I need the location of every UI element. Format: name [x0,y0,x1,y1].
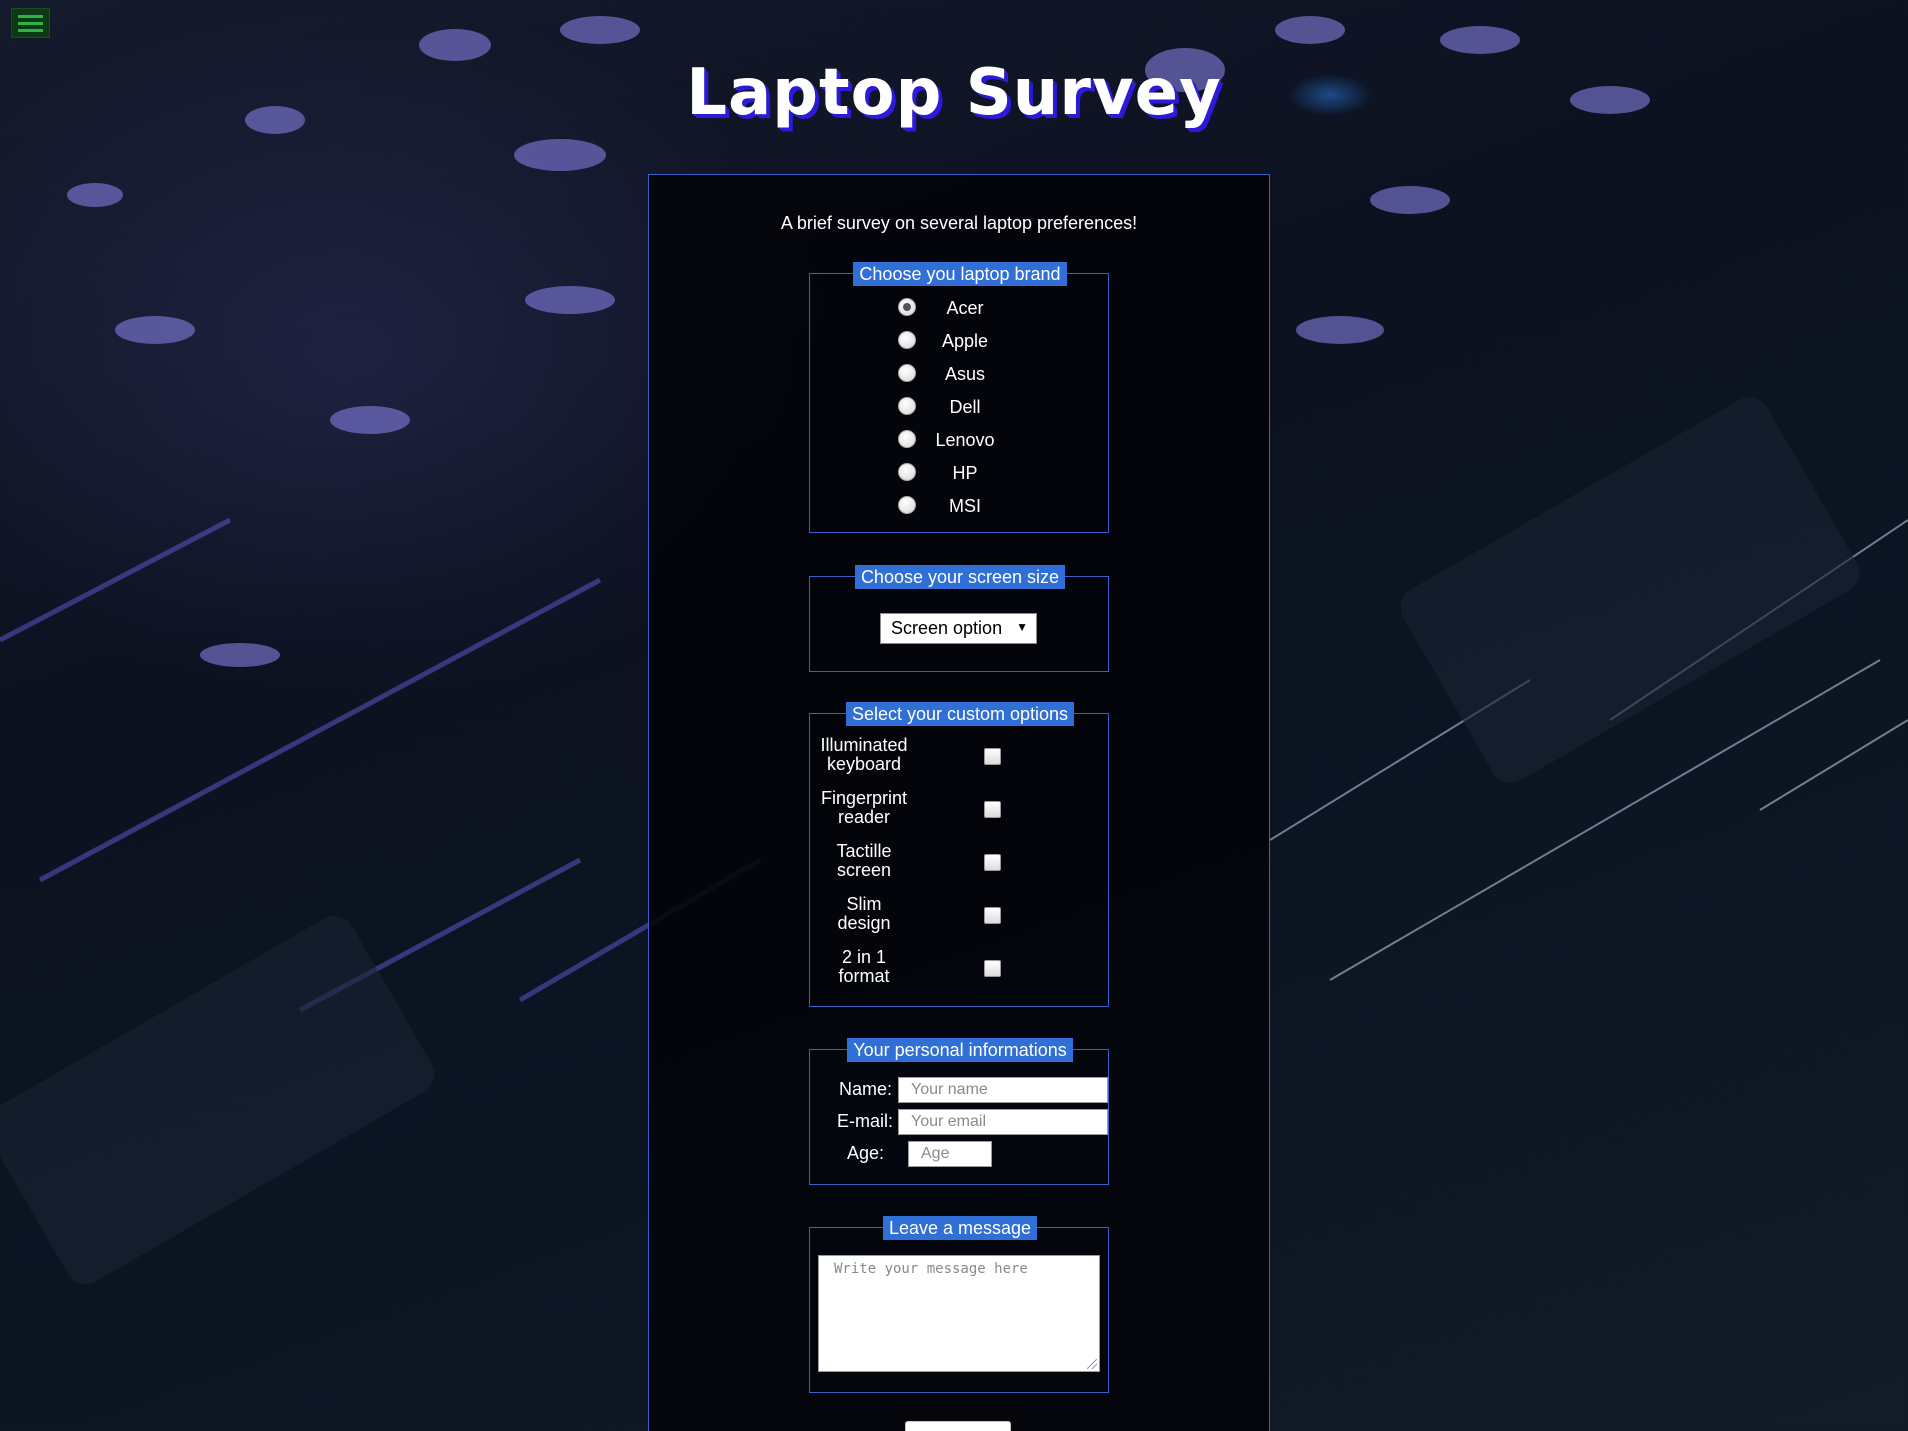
radio-acer[interactable] [898,298,916,316]
screen-size-select[interactable]: Screen option ▼ [880,613,1037,644]
brand-fieldset: Choose you laptop brand Acer Apple Asus … [809,262,1110,533]
checkbox-label: Slim design [837,894,891,933]
hamburger-line [18,21,43,25]
radio-lenovo[interactable] [898,430,916,448]
email-label: E-mail: [837,1111,894,1131]
radio-hp[interactable] [898,463,916,481]
brand-option-asus[interactable]: Asus [810,362,1110,386]
checkbox-label: Fingerprint reader [820,788,908,827]
brand-option-apple[interactable]: Apple [810,329,1110,353]
custom-option-fingerprint-reader[interactable]: Fingerprint reader [810,789,1110,833]
checkbox-label: 2 in 1 format [838,947,890,986]
radio-label: Lenovo [935,430,995,450]
message-textarea[interactable]: Write your message here [818,1255,1100,1372]
dropdown-arrow-icon: ▼ [1016,620,1028,634]
message-legend: Leave a message [882,1216,1038,1240]
radio-msi[interactable] [898,496,916,514]
name-row: Name: Your name [810,1077,1110,1105]
radio-label: MSI [948,496,981,516]
radio-dell[interactable] [898,397,916,415]
brand-option-hp[interactable]: HP [810,461,1110,485]
email-row: E-mail: Your email [810,1109,1110,1137]
custom-option-2-in-1-format[interactable]: 2 in 1 format [810,948,1110,992]
radio-label: HP [952,463,978,483]
radio-apple[interactable] [898,331,916,349]
age-row: Age: Age [810,1141,1110,1169]
brand-legend: Choose you laptop brand [853,262,1067,286]
custom-options-fieldset: Select your custom options Illuminated k… [809,702,1110,1007]
personal-info-legend: Your personal informations [847,1038,1073,1062]
hamburger-line [18,14,43,18]
hamburger-menu-button[interactable] [11,8,50,38]
radio-label: Apple [941,331,989,351]
submit-button[interactable] [905,1421,1011,1431]
brand-option-msi[interactable]: MSI [810,494,1110,518]
checkbox-label: Tactille screen [836,841,892,880]
hamburger-line [18,28,43,32]
checkbox-2-in-1-format[interactable] [984,960,1001,977]
message-fieldset: Leave a message Write your message here [809,1216,1109,1393]
screen-size-fieldset: Choose your screen size Screen option ▼ [809,565,1109,672]
custom-option-illuminated-keyboard[interactable]: Illuminated keyboard [810,736,1110,780]
brand-option-lenovo[interactable]: Lenovo [810,428,1110,452]
name-label: Name: [839,1079,893,1099]
radio-label: Acer [946,298,984,318]
radio-asus[interactable] [898,364,916,382]
checkbox-slim-design[interactable] [984,907,1001,924]
name-input[interactable]: Your name [898,1077,1108,1103]
personal-info-fieldset: Your personal informations Name: Your na… [809,1038,1110,1185]
screen-size-legend: Choose your screen size [854,565,1066,589]
email-input[interactable]: Your email [898,1109,1108,1135]
brand-option-acer[interactable]: Acer [810,296,1110,320]
custom-option-slim-design[interactable]: Slim design [810,895,1110,939]
message-placeholder: Write your message here [834,1261,1028,1277]
checkbox-fingerprint-reader[interactable] [984,801,1001,818]
custom-options-legend: Select your custom options [845,702,1075,726]
page-title: Laptop Survey [686,56,1222,130]
brand-option-dell[interactable]: Dell [810,395,1110,419]
checkbox-tactille-screen[interactable] [984,854,1001,871]
age-input[interactable]: Age [908,1141,992,1167]
custom-option-tactille-screen[interactable]: Tactille screen [810,842,1110,886]
resize-handle-icon[interactable] [1087,1359,1097,1369]
radio-label: Asus [944,364,986,384]
checkbox-label: Illuminated keyboard [820,735,908,774]
radio-label: Dell [949,397,981,417]
screen-size-select-value: Screen option [891,618,1003,638]
age-label: Age: [847,1143,885,1163]
survey-form: A brief survey on several laptop prefere… [648,174,1270,1431]
survey-description: A brief survey on several laptop prefere… [780,213,1138,233]
checkbox-illuminated-keyboard[interactable] [984,748,1001,765]
